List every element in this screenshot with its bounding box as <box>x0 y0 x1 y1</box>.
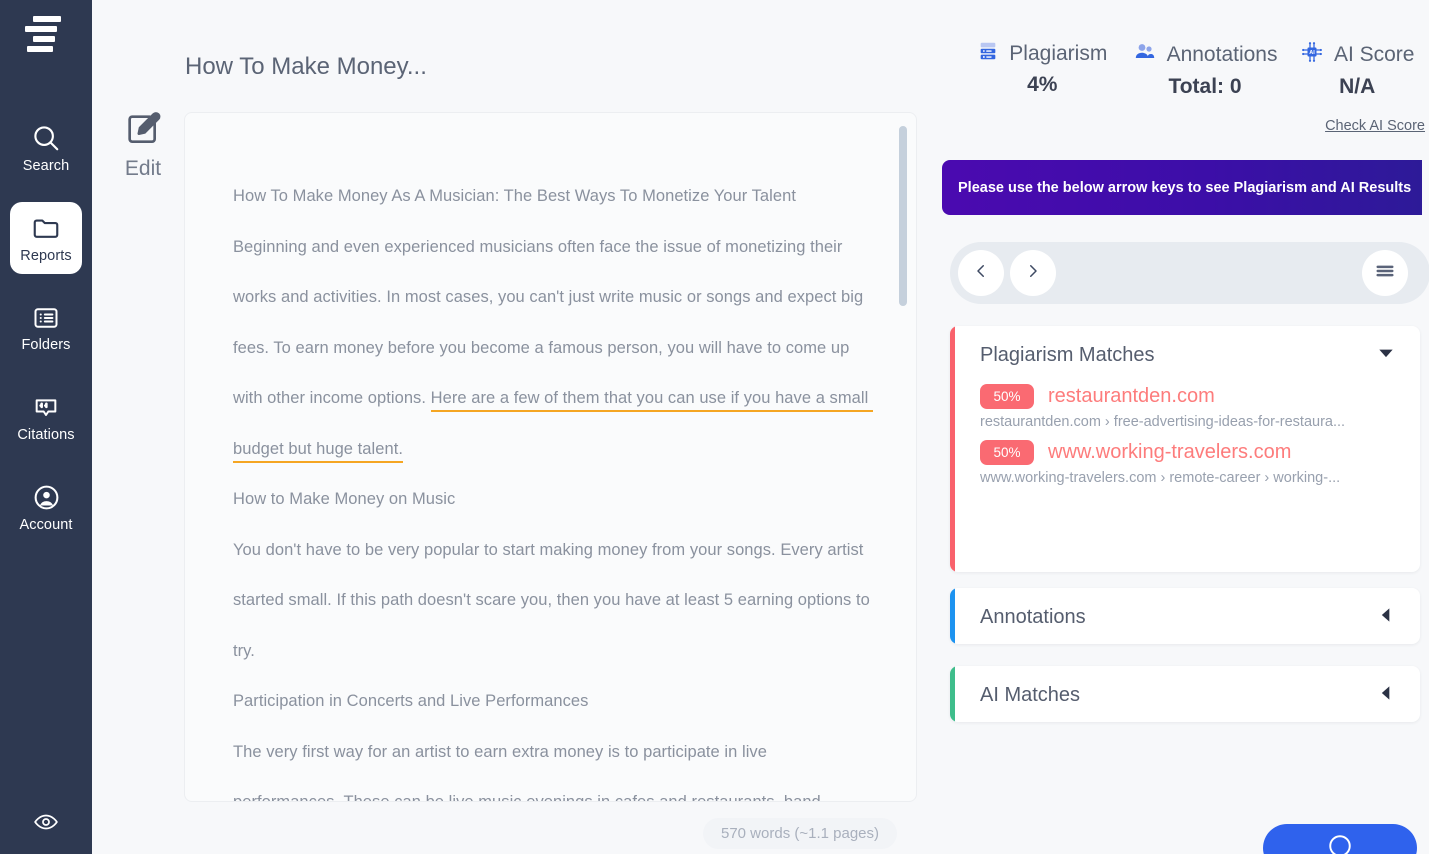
plagiarism-label: Plagiarism <box>1009 42 1108 65</box>
caret-left-icon[interactable] <box>1376 605 1396 630</box>
document-card[interactable]: How To Make Money As A Musician: The Bes… <box>184 112 917 802</box>
quote-icon <box>32 394 60 422</box>
chevron-right-icon <box>1024 262 1042 285</box>
sidebar-item-reports[interactable]: Reports <box>10 202 82 274</box>
caret-down-icon[interactable] <box>1376 343 1396 368</box>
match-item[interactable]: 50% www.working-travelers.com www.workin… <box>950 440 1420 486</box>
annotations-score[interactable]: Annotations Total: 0 <box>1125 40 1286 99</box>
hamburger-menu-icon <box>1374 260 1396 287</box>
annotations-score-header: Annotations <box>1133 40 1278 70</box>
plagiarism-score[interactable]: Plagiarism 4% <box>960 40 1125 97</box>
chevron-left-icon <box>972 262 990 285</box>
edit-pencil-icon <box>123 110 163 155</box>
results-panel: Plagiarism 4% Annotations Total: 0 AI AI… <box>942 0 1429 854</box>
edit-button[interactable]: Edit <box>106 110 180 181</box>
results-menu-button[interactable] <box>1362 250 1408 296</box>
ai-chip-icon: AI <box>1300 40 1324 70</box>
match-header: 50% www.working-travelers.com <box>980 440 1398 465</box>
sidebar-item-account[interactable]: Account <box>10 472 82 544</box>
score-summary-row: Plagiarism 4% Annotations Total: 0 AI AI… <box>942 0 1429 99</box>
caret-left-icon[interactable] <box>1376 683 1396 708</box>
ai-matches-panel: AI Matches <box>950 666 1420 722</box>
panel-accent-bar <box>950 326 955 572</box>
ai-score-header: AI AI Score <box>1300 40 1415 70</box>
prev-match-button[interactable] <box>958 250 1004 296</box>
panel-title: Plagiarism Matches <box>980 343 1155 366</box>
document-text[interactable]: How To Make Money As A Musician: The Bes… <box>185 113 916 801</box>
database-icon <box>977 40 999 68</box>
panel-accent-bar <box>950 588 955 644</box>
next-match-button[interactable] <box>1010 250 1056 296</box>
match-domain-link[interactable]: www.working-travelers.com <box>1048 441 1291 464</box>
list-icon <box>32 304 60 332</box>
match-percent-badge: 50% <box>980 384 1034 409</box>
annotations-panel: Annotations <box>950 588 1420 644</box>
panel-title: Annotations <box>980 605 1086 628</box>
plagiarism-matches-header[interactable]: Plagiarism Matches <box>950 326 1420 384</box>
plagiarism-value: 4% <box>1027 73 1058 96</box>
user-icon <box>32 483 61 512</box>
logo-bar <box>27 46 53 52</box>
match-header: 50% restaurantden.com <box>980 384 1398 409</box>
page-title: How To Make Money... <box>185 53 427 80</box>
edit-label: Edit <box>124 157 162 180</box>
app-logo[interactable] <box>23 14 69 54</box>
sidebar-item-label: Citations <box>17 426 75 443</box>
logo-bar <box>33 16 61 22</box>
match-url: www.working-travelers.com › remote-caree… <box>980 470 1341 486</box>
panel-accent-bar <box>950 666 955 722</box>
document-scrollbar[interactable] <box>899 126 907 790</box>
doc-paragraph: How To Make Money As A Musician: The Bes… <box>233 187 796 205</box>
annotations-label: Annotations <box>1166 43 1278 66</box>
doc-paragraph: You don't have to be very popular to sta… <box>233 540 875 660</box>
ai-score-label: AI Score <box>1333 43 1415 66</box>
main-area: How To Make Money... Edit How To Make Mo… <box>92 0 1429 854</box>
match-url: restaurantden.com › free-advertising-ide… <box>980 414 1346 430</box>
search-icon <box>31 123 61 153</box>
ai-score-value: N/A <box>1339 75 1376 98</box>
match-item[interactable]: 50% restaurantden.com restaurantden.com … <box>950 384 1420 430</box>
check-ai-score-link[interactable]: Check AI Score <box>1325 118 1425 134</box>
word-count-badge: 570 words (~1.1 pages) <box>702 818 898 849</box>
annotations-value: Total: 0 <box>1168 75 1242 98</box>
plagiarism-matches-panel: Plagiarism Matches 50% restaurantden.com… <box>950 326 1420 572</box>
panel-title: AI Matches <box>980 683 1081 706</box>
eye-icon[interactable] <box>33 809 59 840</box>
sidebar-item-folders[interactable]: Folders <box>10 292 82 364</box>
sidebar: Search Reports Folders Citations Account <box>0 0 92 854</box>
sidebar-item-label: Reports <box>20 247 72 264</box>
info-banner-text: Please use the below arrow keys to see P… <box>958 179 1412 196</box>
sidebar-item-label: Folders <box>21 336 71 353</box>
people-icon <box>1133 40 1157 70</box>
svg-text:AI: AI <box>1309 50 1315 56</box>
logo-bar <box>25 26 57 32</box>
sidebar-item-label: Account <box>19 517 73 533</box>
editor-column: How To Make Money... Edit How To Make Mo… <box>92 0 942 854</box>
match-percent-badge: 50% <box>980 440 1034 465</box>
info-banner: Please use the below arrow keys to see P… <box>942 160 1422 215</box>
plagiarism-score-header: Plagiarism <box>977 40 1107 68</box>
folder-icon <box>31 213 61 243</box>
scrollbar-thumb[interactable] <box>899 126 907 306</box>
doc-paragraph: Beginning and even experienced musicians… <box>233 222 876 475</box>
chat-bubble-icon <box>1327 833 1353 854</box>
ai-score[interactable]: AI AI Score N/A <box>1285 40 1429 99</box>
sidebar-item-label: Search <box>22 157 70 174</box>
doc-paragraph: How to Make Money on Music <box>233 490 456 508</box>
match-navigation-bar <box>950 242 1429 304</box>
ai-matches-panel-header[interactable]: AI Matches <box>950 666 1420 722</box>
chat-support-button[interactable] <box>1263 824 1417 854</box>
match-domain-link[interactable]: restaurantden.com <box>1048 385 1215 408</box>
logo-bar <box>33 36 55 42</box>
sidebar-item-citations[interactable]: Citations <box>10 382 82 454</box>
sidebar-item-search[interactable]: Search <box>10 112 82 184</box>
doc-paragraph: Participation in Concerts and Live Perfo… <box>233 692 589 710</box>
annotations-panel-header[interactable]: Annotations <box>950 588 1420 644</box>
doc-paragraph: The very first way for an artist to earn… <box>233 742 821 802</box>
